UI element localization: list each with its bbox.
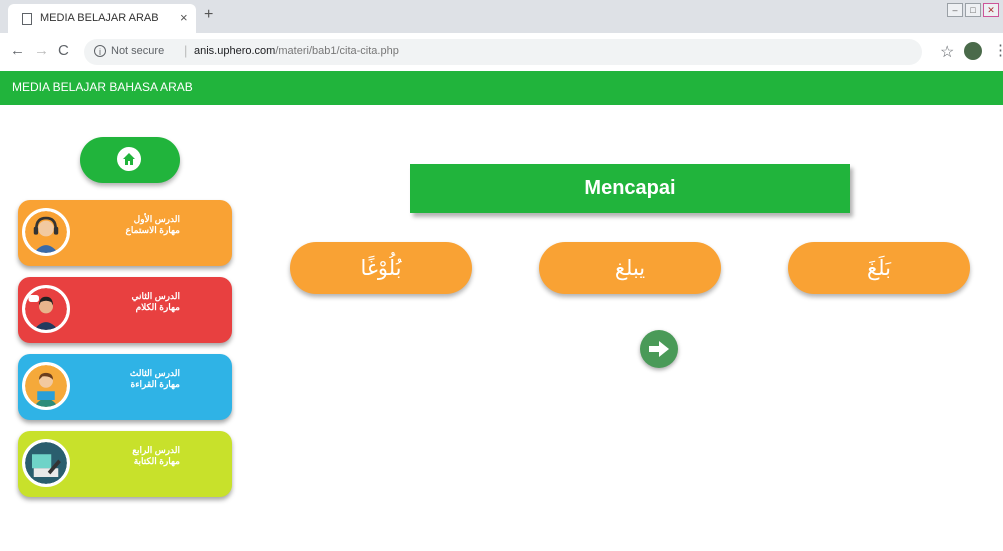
- lesson-1-button[interactable]: الدرس الأول مهارة الاستماع: [18, 200, 232, 266]
- lesson-4-title: الدرس الرابع: [132, 445, 180, 455]
- lesson-4-button[interactable]: الدرس الرابع مهارة الكتابة: [18, 431, 232, 497]
- lesson-1-label: الدرس الأول مهارة الاستماع: [80, 214, 180, 236]
- tab-title: MEDIA BELAJAR ARAB: [40, 12, 159, 24]
- lesson-1-subtitle: مهارة الاستماع: [125, 225, 180, 235]
- site-title: MEDIA BELAJAR BAHASA ARAB: [12, 80, 193, 94]
- writing-hand-icon: [22, 439, 70, 487]
- lesson-2-button[interactable]: الدرس الثاني مهارة الكلام: [18, 277, 232, 343]
- word-button-mudhari[interactable]: يبلغ: [539, 242, 721, 294]
- word-button-masdar[interactable]: بُلُوْغًا: [290, 242, 472, 294]
- window-controls: – □ ✕: [945, 3, 999, 17]
- speaking-person-icon: [22, 285, 70, 333]
- tab-close-icon[interactable]: ×: [180, 10, 188, 25]
- browser-tab-strip: MEDIA BELAJAR ARAB × + – □ ✕: [0, 0, 1003, 33]
- lesson-3-button[interactable]: الدرس الثالث مهارة القراءة: [18, 354, 232, 420]
- page-header: MEDIA BELAJAR BAHASA ARAB: [0, 71, 1003, 105]
- home-icon: [117, 147, 141, 171]
- word-button-madhi[interactable]: بَلَغَ: [788, 242, 970, 294]
- info-icon[interactable]: i: [94, 45, 106, 57]
- new-tab-button[interactable]: +: [204, 6, 213, 24]
- lesson-4-label: الدرس الرابع مهارة الكتابة: [80, 445, 180, 467]
- word-title-box: Mencapai: [410, 164, 850, 213]
- next-button[interactable]: [640, 330, 678, 368]
- home-button[interactable]: [80, 137, 180, 183]
- url-separator: |: [184, 43, 188, 58]
- url-text: anis.uphero.com/materi/bab1/cita-cita.ph…: [194, 45, 399, 57]
- url-field[interactable]: i Not secure | anis.uphero.com/materi/ba…: [84, 39, 922, 65]
- reading-person-icon: [22, 362, 70, 410]
- lesson-3-label: الدرس الثالث مهارة القراءة: [80, 368, 180, 390]
- close-window-icon[interactable]: ✕: [983, 3, 999, 17]
- browser-tab[interactable]: MEDIA BELAJAR ARAB ×: [8, 4, 196, 33]
- maximize-icon[interactable]: □: [965, 3, 981, 17]
- lesson-3-subtitle: مهارة القراءة: [130, 379, 180, 389]
- security-label: Not secure: [111, 45, 165, 57]
- document-icon: [22, 13, 32, 25]
- lesson-2-subtitle: مهارة الكلام: [135, 302, 180, 312]
- url-host: anis.uphero.com: [194, 45, 276, 57]
- arrow-right-icon: [649, 341, 669, 357]
- forward-arrow-icon[interactable]: →: [34, 42, 49, 59]
- bookmark-star-icon[interactable]: ☆: [940, 42, 954, 62]
- menu-dots-icon[interactable]: ⋮: [993, 41, 1003, 59]
- lesson-3-title: الدرس الثالث: [129, 368, 180, 378]
- url-path: /materi/bab1/cita-cita.php: [275, 45, 399, 57]
- lesson-4-subtitle: مهارة الكتابة: [133, 456, 180, 466]
- headset-person-icon: [22, 208, 70, 256]
- minimize-icon[interactable]: –: [947, 3, 963, 17]
- back-arrow-icon[interactable]: ←: [10, 42, 25, 59]
- lesson-2-label: الدرس الثاني مهارة الكلام: [80, 291, 180, 313]
- profile-avatar-icon[interactable]: [964, 42, 982, 60]
- lesson-2-title: الدرس الثاني: [131, 291, 180, 301]
- lesson-1-title: الدرس الأول: [133, 214, 180, 224]
- address-bar: ← → C i Not secure | anis.uphero.com/mat…: [0, 33, 1003, 72]
- reload-icon[interactable]: C: [58, 42, 69, 59]
- word-title: Mencapai: [584, 177, 676, 199]
